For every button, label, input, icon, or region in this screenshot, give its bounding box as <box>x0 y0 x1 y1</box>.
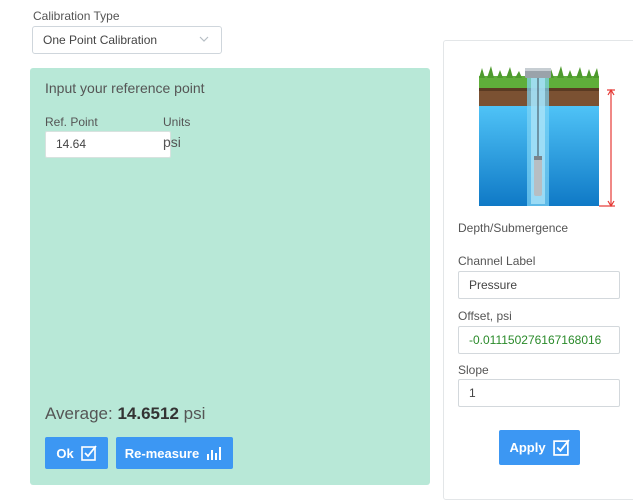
bar-chart-icon <box>207 447 222 460</box>
reference-point-panel: Input your reference point Ref. Point Un… <box>30 68 430 485</box>
slope-label: Slope <box>458 363 489 377</box>
panel-title: Input your reference point <box>45 80 205 96</box>
checkbox-icon <box>80 445 97 461</box>
apply-button[interactable]: Apply <box>499 430 580 465</box>
slope-input[interactable]: 1 <box>458 379 620 407</box>
units-label: Units <box>163 115 191 129</box>
channel-label-caption: Channel Label <box>458 254 536 268</box>
offset-input[interactable]: -0.011150276167168016 <box>458 326 620 354</box>
checkbox-icon <box>552 439 570 456</box>
calibration-type-value: One Point Calibration <box>43 33 158 47</box>
remeasure-button[interactable]: Re-measure <box>116 437 233 469</box>
offset-label: Offset, psi <box>458 309 512 323</box>
channel-settings-card: Depth/Submergence Channel Label Pressure… <box>443 40 633 500</box>
ok-button[interactable]: Ok <box>45 437 108 469</box>
apply-label: Apply <box>509 440 546 455</box>
depth-submergence-label: Depth/Submergence <box>458 221 569 235</box>
chevron-down-icon <box>199 36 209 42</box>
average-readout: Average: 14.6512 psi <box>45 404 205 424</box>
well-sensor-illustration <box>479 66 615 208</box>
average-unit: psi <box>183 404 206 423</box>
average-value: 14.6512 <box>117 404 179 423</box>
channel-label-input[interactable]: Pressure <box>458 271 620 299</box>
ref-point-input[interactable]: 14.64 <box>45 131 171 158</box>
calibration-type-select[interactable]: One Point Calibration <box>32 26 222 54</box>
remeasure-label: Re-measure <box>124 445 200 461</box>
calibration-type-label: Calibration Type <box>33 9 120 23</box>
average-label: Average: <box>45 404 113 423</box>
units-value: psi <box>163 134 181 150</box>
ok-label: Ok <box>56 445 74 461</box>
ref-point-label: Ref. Point <box>45 115 98 129</box>
